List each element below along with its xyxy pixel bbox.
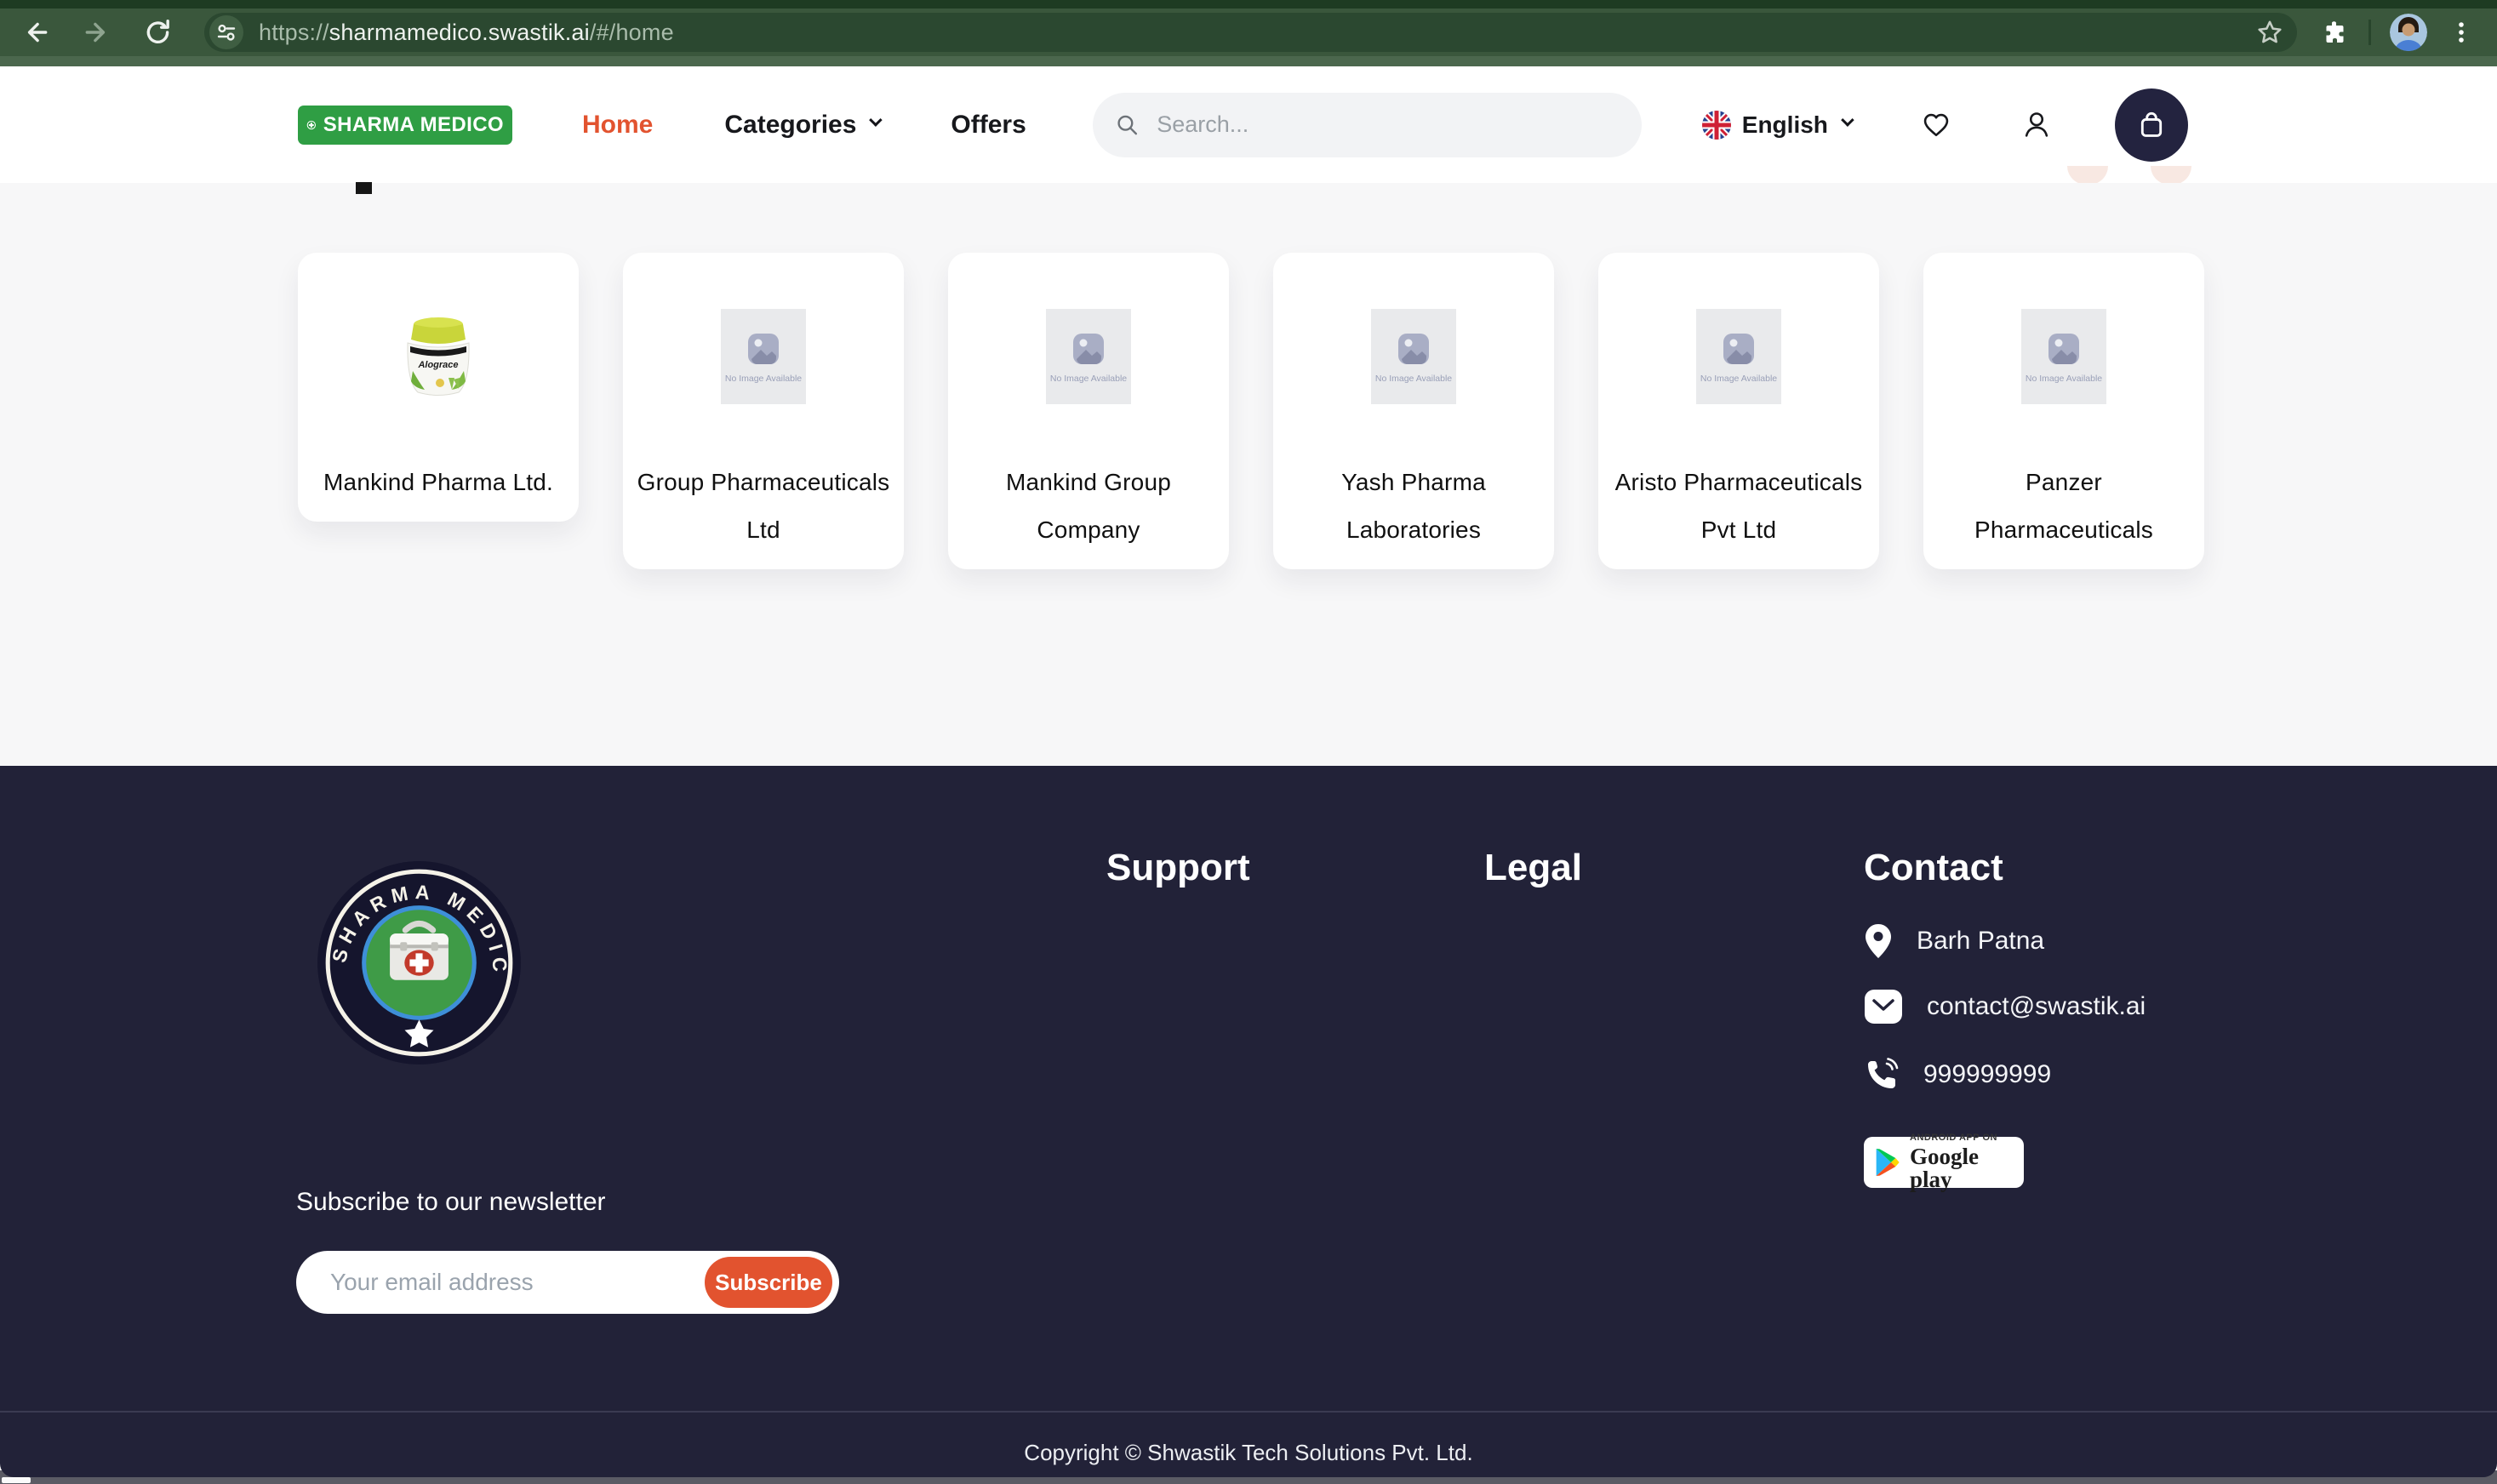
search-icon — [1115, 111, 1140, 139]
footer-divider — [0, 1411, 2497, 1413]
brand-card[interactable]: No Image Available Mankind Group Company — [948, 253, 1229, 569]
no-image-placeholder: No Image Available — [1696, 309, 1781, 404]
contact-address: Barh Patna — [1917, 927, 2044, 956]
brand-logo[interactable]: SHARMA MEDICO — [298, 106, 512, 145]
no-image-placeholder: No Image Available — [1371, 309, 1456, 404]
brand-card[interactable]: No Image Available Yash Pharma Laborator… — [1273, 253, 1554, 569]
mail-icon — [1864, 989, 1903, 1025]
brand-card-title: Yash Pharma Laboratories — [1287, 459, 1540, 554]
no-image-placeholder: No Image Available — [2021, 309, 2106, 404]
uk-flag-icon — [1701, 110, 1732, 140]
window-top-strip — [0, 0, 2497, 9]
brand-card[interactable]: Alograce Mankind Pharma Ltd. — [298, 253, 579, 522]
no-image-label: No Image Available — [1700, 374, 1777, 384]
chevron-down-icon — [1841, 113, 1854, 127]
main-content: Alograce Mankind Pharma Ltd. No Image Av… — [0, 183, 2497, 766]
medical-cross-icon — [306, 111, 317, 140]
language-selector[interactable]: English — [1701, 110, 1851, 140]
account-user-icon[interactable] — [2021, 110, 2052, 140]
newsletter-email-input[interactable] — [329, 1251, 694, 1314]
forward-icon[interactable] — [82, 17, 112, 48]
subscribe-button[interactable]: Subscribe — [705, 1257, 832, 1308]
brand-card-title: Group Pharmaceuticals Ltd — [637, 459, 890, 554]
contact-email-row[interactable]: contact@swastik.ai — [1864, 989, 2146, 1025]
no-image-label: No Image Available — [725, 374, 802, 384]
google-play-badge[interactable]: ANDROID APP ON Google play — [1864, 1137, 2024, 1188]
cart-button[interactable] — [2115, 88, 2188, 162]
brand-name: SHARMA MEDICO — [323, 113, 504, 137]
phone-icon — [1864, 1057, 1900, 1093]
contact-phone-row[interactable]: 999999999 — [1864, 1057, 2051, 1093]
reload-icon[interactable] — [143, 17, 174, 48]
contact-address-row: Barh Patna — [1864, 922, 2044, 960]
image-placeholder-icon — [1070, 330, 1107, 368]
image-placeholder-icon — [1720, 330, 1757, 368]
footer-heading-legal: Legal — [1484, 847, 1582, 889]
svg-text:Alograce: Alograce — [417, 360, 458, 370]
profile-avatar[interactable] — [2390, 14, 2427, 51]
brand-card-title: Mankind Group Company — [962, 459, 1215, 554]
product-image: Alograce — [396, 309, 481, 404]
nav-categories[interactable]: Categories — [724, 111, 879, 140]
badge-line1: ANDROID APP ON — [1910, 1133, 2014, 1143]
main-nav: Home Categories Offers — [582, 111, 1026, 140]
no-image-placeholder: No Image Available — [721, 309, 806, 404]
horizontal-scrollbar-thumb[interactable] — [2, 1477, 31, 1483]
back-icon[interactable] — [20, 17, 51, 48]
location-pin-icon — [1864, 922, 1893, 960]
image-placeholder-icon — [745, 330, 782, 368]
copyright-text: Copyright © Shwastik Tech Solutions Pvt.… — [0, 1440, 2497, 1466]
contact-email[interactable]: contact@swastik.ai — [1927, 992, 2146, 1021]
google-play-icon — [1874, 1145, 1901, 1179]
search-input[interactable] — [1155, 111, 1620, 139]
browser-toolbar: https://sharmamedico.swastik.ai/#/home — [0, 9, 2497, 56]
no-image-label: No Image Available — [1375, 374, 1452, 384]
url-bar[interactable]: https://sharmamedico.swastik.ai/#/home — [204, 13, 2297, 52]
no-image-label: No Image Available — [2026, 374, 2102, 384]
url-text[interactable]: https://sharmamedico.swastik.ai/#/home — [259, 20, 2254, 46]
newsletter-form: Subscribe — [296, 1251, 839, 1314]
browser-menu-icon[interactable] — [2446, 17, 2477, 48]
nav-offers[interactable]: Offers — [951, 111, 1026, 140]
brand-card[interactable]: No Image Available Group Pharmaceuticals… — [623, 253, 904, 569]
brand-card-title: Aristo Pharmaceuticals Pvt Ltd — [1612, 459, 1866, 554]
no-image-label: No Image Available — [1050, 374, 1127, 384]
brand-card[interactable]: No Image Available Panzer Pharmaceutical… — [1923, 253, 2204, 569]
search-bar[interactable] — [1093, 93, 1642, 157]
footer: SHARMA MEDICO Support Legal Contact Barh… — [0, 766, 2497, 1477]
alograce-jar-image: Alograce — [396, 310, 481, 403]
clipped-section-heading — [356, 182, 372, 194]
no-image-placeholder: No Image Available — [1046, 309, 1131, 404]
toolbar-bottom-edge — [0, 56, 2497, 66]
image-placeholder-icon — [1395, 330, 1432, 368]
language-label: English — [1742, 111, 1828, 139]
brand-cards-row: Alograce Mankind Pharma Ltd. No Image Av… — [298, 253, 2204, 569]
extensions-icon[interactable] — [2319, 17, 2350, 48]
toolbar-divider — [2368, 20, 2371, 45]
brand-card[interactable]: No Image Available Aristo Pharmaceutical… — [1598, 253, 1879, 569]
nav-home[interactable]: Home — [582, 111, 653, 140]
brand-card-title: Mankind Pharma Ltd. — [311, 459, 565, 506]
footer-badge-logo: SHARMA MEDICO — [316, 859, 523, 1066]
wishlist-heart-icon[interactable] — [1921, 110, 1951, 140]
screen: https://sharmamedico.swastik.ai/#/home S… — [0, 0, 2497, 1484]
shopping-bag-icon — [2135, 109, 2168, 141]
badge-line2: Google play — [1910, 1145, 2014, 1191]
image-placeholder-icon — [2045, 330, 2083, 368]
footer-heading-contact: Contact — [1864, 847, 2003, 889]
brand-card-title: Panzer Pharmaceuticals — [1937, 459, 2191, 554]
chevron-down-icon — [870, 113, 883, 127]
site-info-icon[interactable] — [209, 15, 243, 49]
contact-phone[interactable]: 999999999 — [1923, 1060, 2051, 1089]
newsletter-label: Subscribe to our newsletter — [296, 1188, 606, 1217]
browser-chrome: https://sharmamedico.swastik.ai/#/home — [0, 0, 2497, 66]
footer-heading-support: Support — [1106, 847, 1250, 889]
site-header: SHARMA MEDICO Home Categories Offers — [0, 66, 2497, 183]
bookmark-star-icon[interactable] — [2254, 17, 2285, 48]
